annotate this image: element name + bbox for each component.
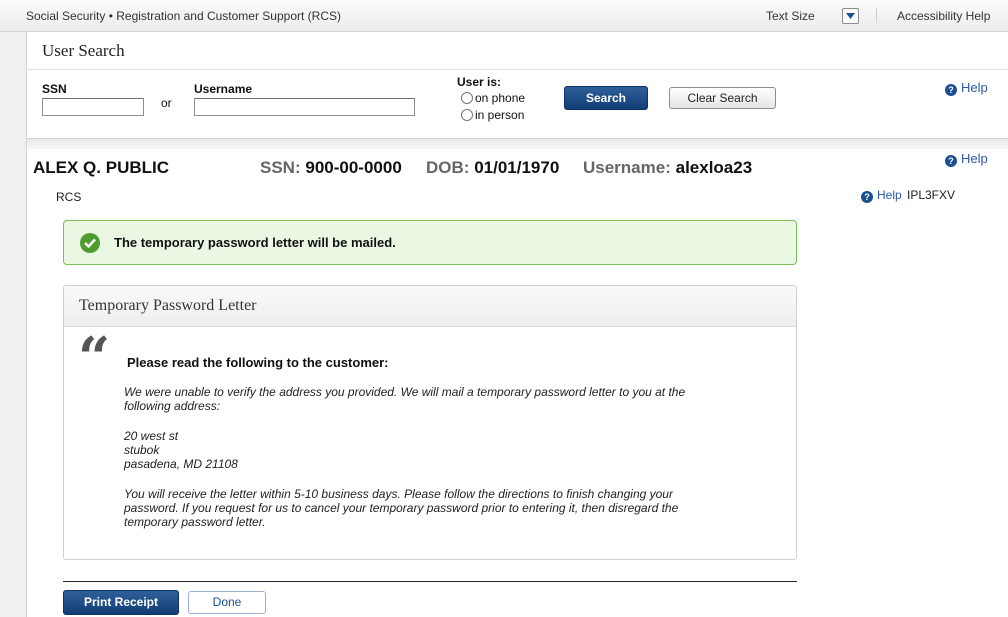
alert-message: The temporary password letter will be ma… xyxy=(114,235,396,250)
letter-para2-line1: You will receive the letter within 5-10 … xyxy=(124,487,673,501)
customer-username: Username: alexloa23 xyxy=(583,158,753,177)
app-title: Social Security • Registration and Custo… xyxy=(26,9,341,23)
radio-in-person-label: in person xyxy=(475,108,525,122)
user-is-label: User is: xyxy=(457,75,502,89)
customer-name: ALEX Q. PUBLIC xyxy=(33,158,170,177)
search-button[interactable]: Search xyxy=(564,86,648,110)
radio-on-phone[interactable] xyxy=(461,92,473,104)
radio-on-phone-label: on phone xyxy=(475,91,526,105)
chevron-down-icon xyxy=(846,13,855,19)
text-size-label: Text Size xyxy=(766,9,815,23)
address-line2: stubok xyxy=(124,443,160,457)
letter-card: Temporary Password Letter “ Please read … xyxy=(63,285,797,560)
check-circle-icon xyxy=(80,233,100,253)
ssn-input[interactable] xyxy=(42,98,144,116)
done-button[interactable]: Done xyxy=(188,591,266,614)
quote-icon: “ xyxy=(78,325,111,391)
or-label: or xyxy=(161,96,172,110)
panel-header: User Search xyxy=(27,32,1008,70)
main-panel: User Search SSN or Username User is: on … xyxy=(26,32,1008,617)
address-line1: 20 west st xyxy=(124,429,179,443)
context-help-link[interactable]: ? Help xyxy=(861,188,902,203)
success-alert: The temporary password letter will be ma… xyxy=(63,220,797,265)
page-title: User Search xyxy=(42,41,125,60)
print-receipt-button[interactable]: Print Receipt xyxy=(63,590,179,615)
letter-title: Temporary Password Letter xyxy=(79,297,257,314)
question-icon: ? xyxy=(945,84,957,96)
customer-dob: DOB: 01/01/1970 xyxy=(426,158,560,177)
question-icon: ? xyxy=(861,191,873,203)
letter-header: Temporary Password Letter xyxy=(64,286,796,327)
question-icon: ? xyxy=(945,155,957,167)
search-help-link[interactable]: ? Help xyxy=(945,80,988,96)
accessibility-help-link[interactable]: Accessibility Help xyxy=(897,9,990,23)
letter-para1-line1: We were unable to verify the address you… xyxy=(124,385,686,399)
customer-ssn: SSN: 900-00-0000 xyxy=(260,158,402,177)
username-label: Username xyxy=(194,82,253,96)
address-line3: pasadena, MD 21108 xyxy=(124,457,238,471)
letter-para2-line3: temporary password letter. xyxy=(124,515,266,529)
username-input[interactable] xyxy=(194,98,415,116)
user-search-form: SSN or Username User is: on phone in per… xyxy=(27,70,1008,140)
footer-divider xyxy=(63,581,797,582)
top-bar: Social Security • Registration and Custo… xyxy=(0,0,1008,32)
text-size-dropdown[interactable] xyxy=(842,8,859,24)
section-divider xyxy=(27,138,1008,149)
letter-para2-line2: password. If you request for us to cance… xyxy=(124,501,679,515)
letter-para1-line2: following address: xyxy=(124,399,221,413)
divider xyxy=(876,8,877,23)
transaction-code: IPL3FXV xyxy=(907,188,956,202)
radio-in-person[interactable] xyxy=(461,109,473,121)
clear-search-button[interactable]: Clear Search xyxy=(669,87,776,109)
letter-instruction: Please read the following to the custome… xyxy=(127,355,389,370)
context-label: RCS xyxy=(56,190,82,204)
customer-help-link[interactable]: ? Help xyxy=(945,151,988,167)
ssn-label: SSN xyxy=(42,82,67,96)
